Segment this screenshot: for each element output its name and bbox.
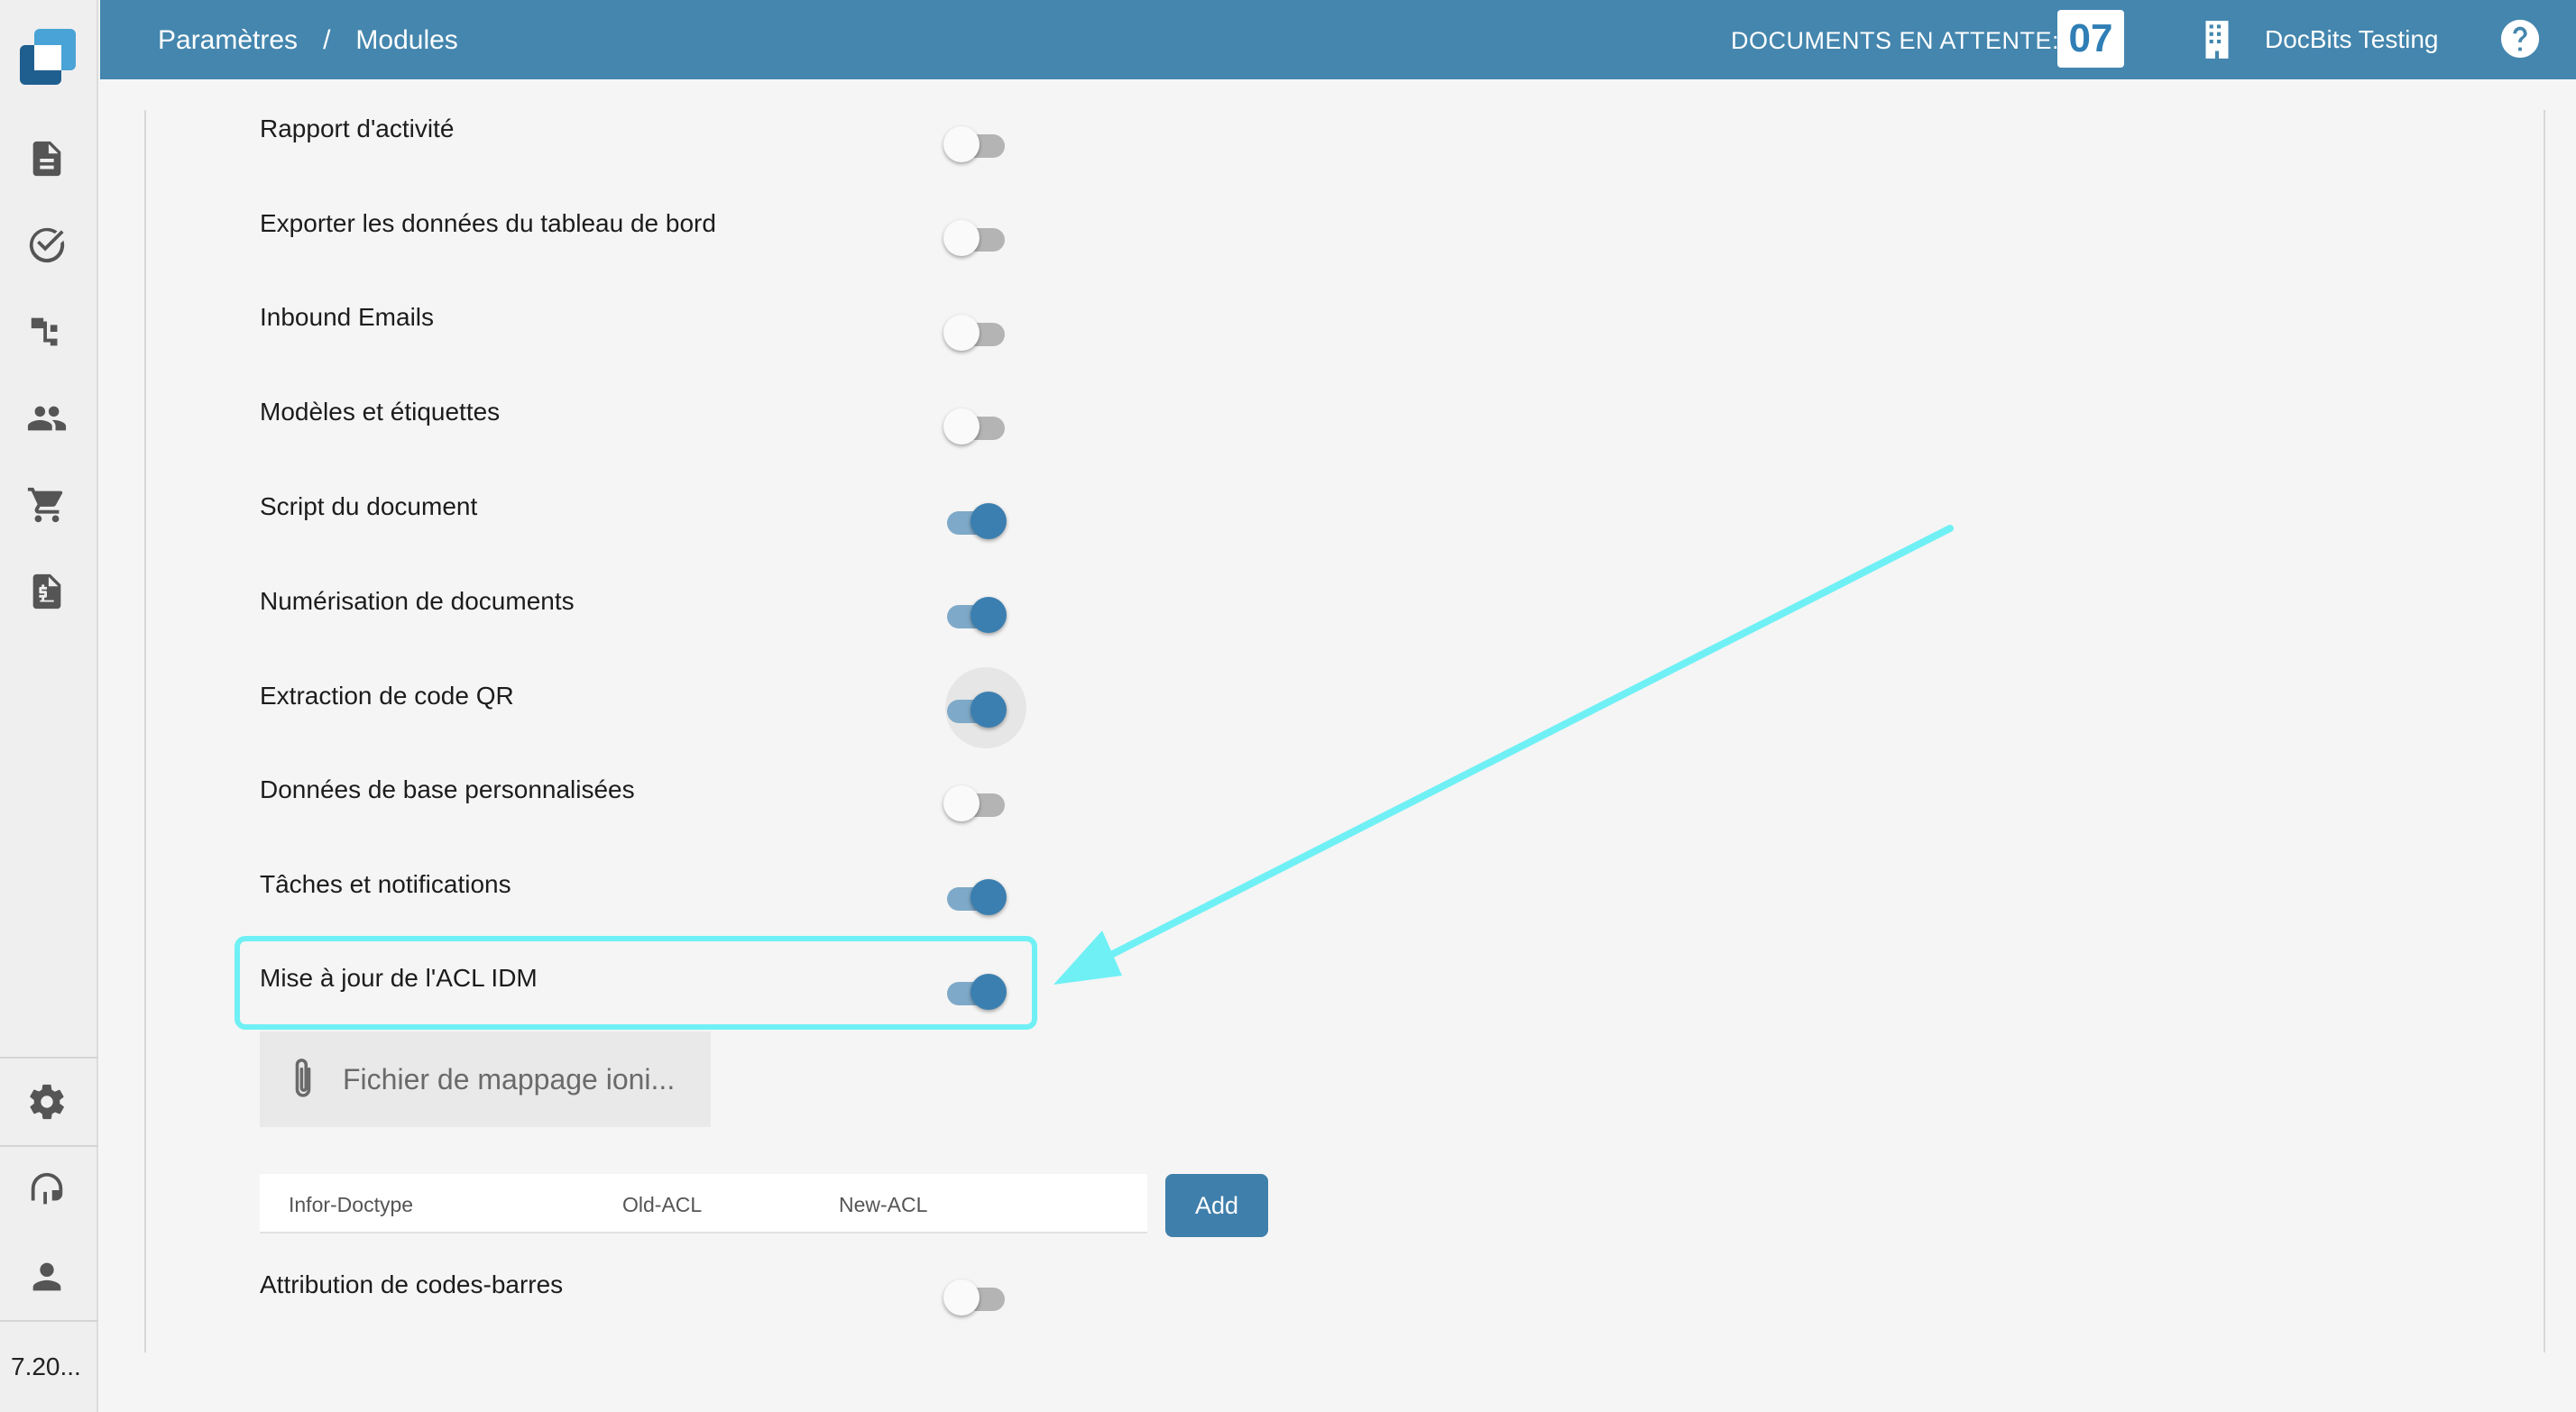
building-icon <box>2205 21 2229 59</box>
module-label: Numérisation de documents <box>260 587 575 615</box>
module-label: Données de base personnalisées <box>260 775 635 803</box>
module-toggle[interactable] <box>943 782 1008 821</box>
module-label: Exporter les données du tableau de bord <box>260 209 716 237</box>
module-toggle[interactable] <box>943 876 1008 915</box>
sidebar-divider <box>0 1320 98 1322</box>
module-label: Modèles et étiquettes <box>260 398 501 426</box>
module-label: Tâches et notifications <box>260 870 511 898</box>
workflow-icon[interactable] <box>25 310 69 353</box>
pending-documents-label: DOCUMENTS EN ATTENTE: <box>1731 27 2060 54</box>
add-button[interactable]: Add <box>1165 1174 1268 1237</box>
breadcrumb-modules: Modules <box>355 25 458 55</box>
module-toggle[interactable] <box>943 500 1008 539</box>
mapping-file-button[interactable]: Fichier de mappage ioni... <box>260 1031 711 1127</box>
support-icon[interactable] <box>25 1169 69 1212</box>
column-infor-doctype: Infor-Doctype <box>289 1193 414 1216</box>
pending-documents-count[interactable]: 07 <box>2057 10 2124 68</box>
acl-mapping-table: Infor-Doctype Old-ACL New-ACL <box>260 1174 1147 1233</box>
invoice-icon[interactable] <box>25 570 69 613</box>
modules-panel <box>144 110 2545 1352</box>
column-old-acl: Old-ACL <box>622 1193 703 1216</box>
module-label: Attribution de codes-barres <box>260 1270 564 1298</box>
document-icon[interactable] <box>25 137 69 180</box>
module-toggle[interactable] <box>943 593 1008 633</box>
module-toggle[interactable] <box>943 123 1008 162</box>
sidebar: 7.20... <box>0 0 98 1412</box>
module-toggle[interactable] <box>943 311 1008 351</box>
breadcrumb-parameters[interactable]: Paramètres <box>158 25 298 56</box>
cart-icon[interactable] <box>25 483 69 527</box>
module-toggle[interactable] <box>943 688 1008 728</box>
mapping-file-label: Fichier de mappage ioni... <box>343 1062 676 1096</box>
module-toggle[interactable] <box>943 405 1008 445</box>
module-label: Inbound Emails <box>260 303 435 331</box>
version-label: 7.20... <box>11 1352 81 1380</box>
help-icon[interactable] <box>2499 18 2541 60</box>
paperclip-icon <box>295 1059 311 1097</box>
sidebar-divider <box>0 1057 98 1059</box>
company-name[interactable]: DocBits Testing <box>2265 25 2438 54</box>
module-toggle[interactable] <box>943 1276 1008 1316</box>
app-logo[interactable] <box>16 25 79 88</box>
column-new-acl: New-ACL <box>839 1193 928 1216</box>
check-circle-icon[interactable] <box>25 224 69 267</box>
users-icon[interactable] <box>25 397 69 440</box>
module-label: Rapport d'activité <box>260 115 455 142</box>
user-icon[interactable] <box>25 1255 69 1298</box>
sidebar-divider <box>0 1145 98 1147</box>
module-label: Script du document <box>260 492 478 520</box>
top-bar: Paramètres / Modules DOCUMENTS EN ATTENT… <box>100 0 2576 79</box>
module-toggle[interactable] <box>943 216 1008 256</box>
settings-icon[interactable] <box>25 1080 69 1123</box>
breadcrumb: Paramètres / Modules <box>158 25 458 56</box>
highlight-box <box>235 936 1037 1030</box>
module-label: Extraction de code QR <box>260 682 514 710</box>
breadcrumb-separator: / <box>323 25 331 55</box>
